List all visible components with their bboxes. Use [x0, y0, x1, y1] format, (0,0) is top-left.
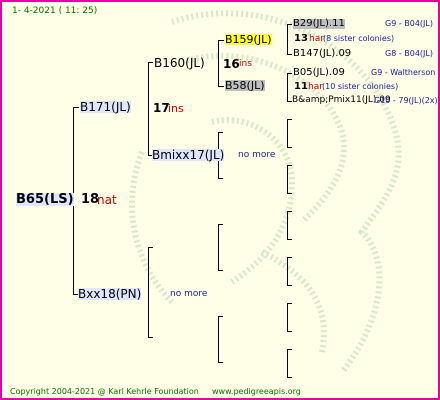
gen5-a-queen[interactable]: B29(JL).11: [293, 19, 345, 29]
root-queen[interactable]: B65(LS): [16, 193, 74, 206]
gen5-a-tag: har: [309, 34, 324, 44]
g5-tick-6: [287, 147, 292, 148]
gen5-b-queen[interactable]: B147(JL).09: [293, 49, 351, 59]
fff-m-connector: [287, 54, 292, 55]
fm-note: no more: [238, 150, 276, 160]
g5-tick-15: [287, 349, 292, 350]
footer-copyright: Copyright 2004-2021 @ Karl Kehrle Founda…: [10, 387, 199, 396]
g5-tick-5: [287, 119, 292, 120]
ff-tag: ins: [239, 59, 252, 69]
g5-tick-7: [287, 165, 292, 166]
g5-tick-9: [287, 211, 292, 212]
fff-f-connector: [287, 24, 292, 25]
mm-bracket: [218, 316, 219, 362]
g5-bracket-4: [287, 165, 288, 193]
ff-queen[interactable]: B160(JL): [154, 57, 205, 69]
gen5-c-queen[interactable]: B05(JL).09: [293, 68, 345, 78]
ff-connector: [148, 62, 153, 63]
g5-bracket-7: [287, 303, 288, 331]
father-bracket: [148, 62, 149, 155]
ff-bracket: [218, 40, 219, 86]
gen5-a-number: 13: [294, 33, 308, 44]
pedigree-frame: 1- 4-2021 ( 11: 25) B65(LS) 18 nat B171(…: [0, 0, 440, 400]
g5-tick-13: [287, 303, 292, 304]
ffm-f-connector: [287, 73, 292, 74]
g5-tick-11: [287, 257, 292, 258]
father-queen[interactable]: B171(JL): [80, 101, 131, 113]
root-tag: nat: [97, 193, 117, 207]
g5-tick-12: [287, 285, 292, 286]
mmm-connector: [218, 362, 223, 363]
mfm-connector: [218, 270, 223, 271]
date-stamp: 1- 4-2021 ( 11: 25): [12, 6, 98, 16]
g5-tick-10: [287, 239, 292, 240]
ffm-connector: [218, 86, 224, 87]
father-connector: [73, 107, 79, 108]
ff-number: 16: [223, 57, 240, 71]
mff-connector: [218, 224, 223, 225]
gen5-c-note: (10 sister colonies): [322, 82, 399, 91]
ffm-queen[interactable]: B58(JL): [225, 80, 265, 91]
g5-tick-14: [287, 331, 292, 332]
g5-bracket-5: [287, 211, 288, 239]
mf-bracket: [218, 224, 219, 270]
fmf-connector: [218, 132, 223, 133]
footer-website[interactable]: www.pedigreeapis.org: [212, 388, 301, 396]
ffm-bracket: [287, 73, 288, 101]
gen5-a-code: G9 - B04(JL): [385, 19, 433, 28]
gen5-c-number: 11: [294, 81, 308, 92]
mother-queen[interactable]: Bxx18(PN): [78, 288, 142, 300]
mf-connector: [148, 247, 153, 248]
fff-bracket: [287, 24, 288, 54]
mother-note: no more: [170, 289, 208, 299]
fmm-connector: [218, 178, 223, 179]
father-tag: ins: [168, 102, 184, 115]
g5-tick-16: [287, 377, 292, 378]
fff-queen[interactable]: B159(JL): [225, 34, 272, 45]
g5-tick-8: [287, 193, 292, 194]
mm-connector: [148, 337, 153, 338]
fm-queen[interactable]: Bmixx17(JL): [152, 149, 225, 161]
mmf-connector: [218, 316, 223, 317]
gen5-c-tag: har: [308, 82, 323, 92]
gen5-a-note: (8 sister colonies): [323, 34, 395, 43]
gen5-b-code: G8 - B04(JL): [385, 49, 433, 58]
g5-bracket-6: [287, 257, 288, 285]
g5-bracket-8: [287, 349, 288, 377]
g5-bracket-3: [287, 119, 288, 147]
fff-connector: [218, 40, 224, 41]
gen5-c-code: G9 - Waltherson: [371, 68, 436, 77]
gen5-d-code: G10 - 79(JL)(2x): [374, 96, 438, 105]
mother-bracket: [148, 247, 149, 337]
